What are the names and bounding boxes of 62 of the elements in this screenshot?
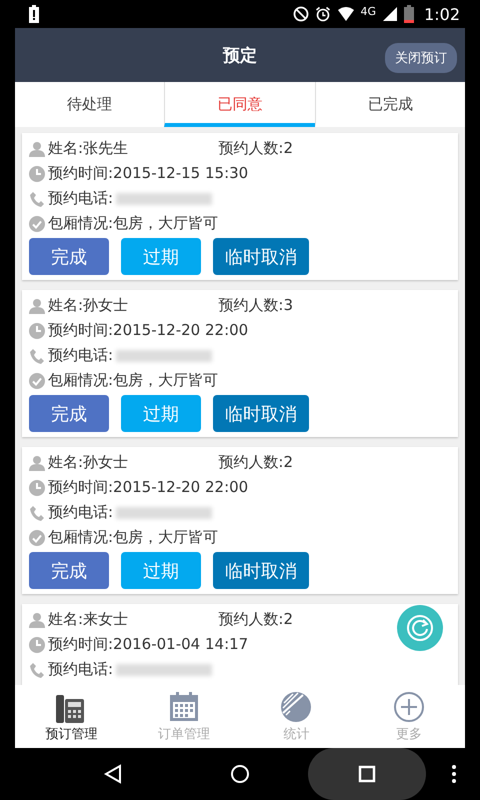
info-text: 预约时间:2015-12-20 22:00	[48, 478, 248, 497]
check-circle-icon	[29, 216, 45, 232]
person-icon	[29, 612, 45, 628]
home-icon	[230, 764, 250, 784]
pie-chart-icon	[281, 690, 312, 722]
info-text: 预约时间:2016-01-04 14:17	[48, 635, 248, 654]
info-text: 预约电话:	[48, 346, 114, 365]
expire-button[interactable]: 过期	[121, 552, 201, 589]
expire-button[interactable]: 过期	[121, 395, 201, 432]
phone-icon	[29, 504, 45, 520]
complete-button[interactable]: 完成	[29, 238, 109, 275]
recents-button[interactable]	[308, 748, 426, 800]
party-size: 预约人数:2	[218, 453, 293, 472]
info-text: 预约电话:	[48, 189, 114, 208]
battery-icon	[404, 5, 414, 23]
clock-icon	[29, 166, 45, 182]
tab[interactable]: 已同意	[164, 82, 315, 127]
clock-icon	[29, 636, 45, 652]
cancel-button[interactable]: 临时取消	[213, 238, 309, 275]
person-icon	[29, 140, 45, 156]
info-text: 预约时间:2015-12-15 15:30	[48, 164, 248, 183]
phone-icon	[29, 190, 45, 206]
complete-button[interactable]: 完成	[29, 395, 109, 432]
square-icon	[358, 765, 376, 783]
info-text: 预约电话:	[48, 660, 114, 679]
cancel-button[interactable]: 临时取消	[213, 395, 309, 432]
info-text: 包厢情况:包房，大厅皆可	[48, 528, 218, 547]
network-label: 4G	[360, 4, 376, 18]
back-icon	[103, 764, 123, 784]
clock-icon	[29, 322, 45, 338]
info-text: 包厢情况:包房，大厅皆可	[48, 371, 218, 390]
expire-button[interactable]: 过期	[121, 238, 201, 275]
info-text: 姓名:来女士	[48, 610, 128, 629]
party-size: 预约人数:2	[218, 139, 293, 158]
info-text: 姓名:张先生	[48, 139, 128, 158]
plus-circle-icon	[394, 690, 424, 722]
party-size: 预约人数:3	[218, 296, 293, 315]
battery-alert-icon	[28, 5, 40, 23]
close-booking-button[interactable]: 关闭预订	[385, 43, 457, 73]
clock-time: 1:02	[424, 4, 460, 24]
wifi-icon	[336, 6, 355, 22]
person-icon	[29, 454, 45, 470]
clock-icon	[29, 480, 45, 496]
info-text: 预约电话:	[48, 503, 114, 522]
check-circle-icon	[29, 530, 45, 546]
person-icon	[29, 298, 45, 314]
signal-icon	[382, 6, 398, 22]
do-not-disturb-icon	[292, 6, 309, 22]
info-text: 预约时间:2015-12-20 22:00	[48, 321, 248, 340]
cancel-button[interactable]: 临时取消	[213, 552, 309, 589]
info-text: 姓名:孙女士	[48, 296, 128, 315]
calendar-icon	[168, 690, 199, 722]
party-size: 预约人数:2	[218, 610, 293, 629]
check-circle-icon	[29, 372, 45, 388]
phone-icon	[29, 348, 45, 364]
screen-title: 预定	[223, 44, 257, 66]
overflow-menu-icon	[451, 764, 457, 784]
info-text: 包厢情况:包房，大厅皆可	[48, 214, 218, 233]
info-text: 姓名:孙女士	[48, 453, 128, 472]
complete-button[interactable]: 完成	[29, 552, 109, 589]
phone-icon	[29, 662, 45, 678]
alarm-clock-icon	[314, 6, 331, 22]
